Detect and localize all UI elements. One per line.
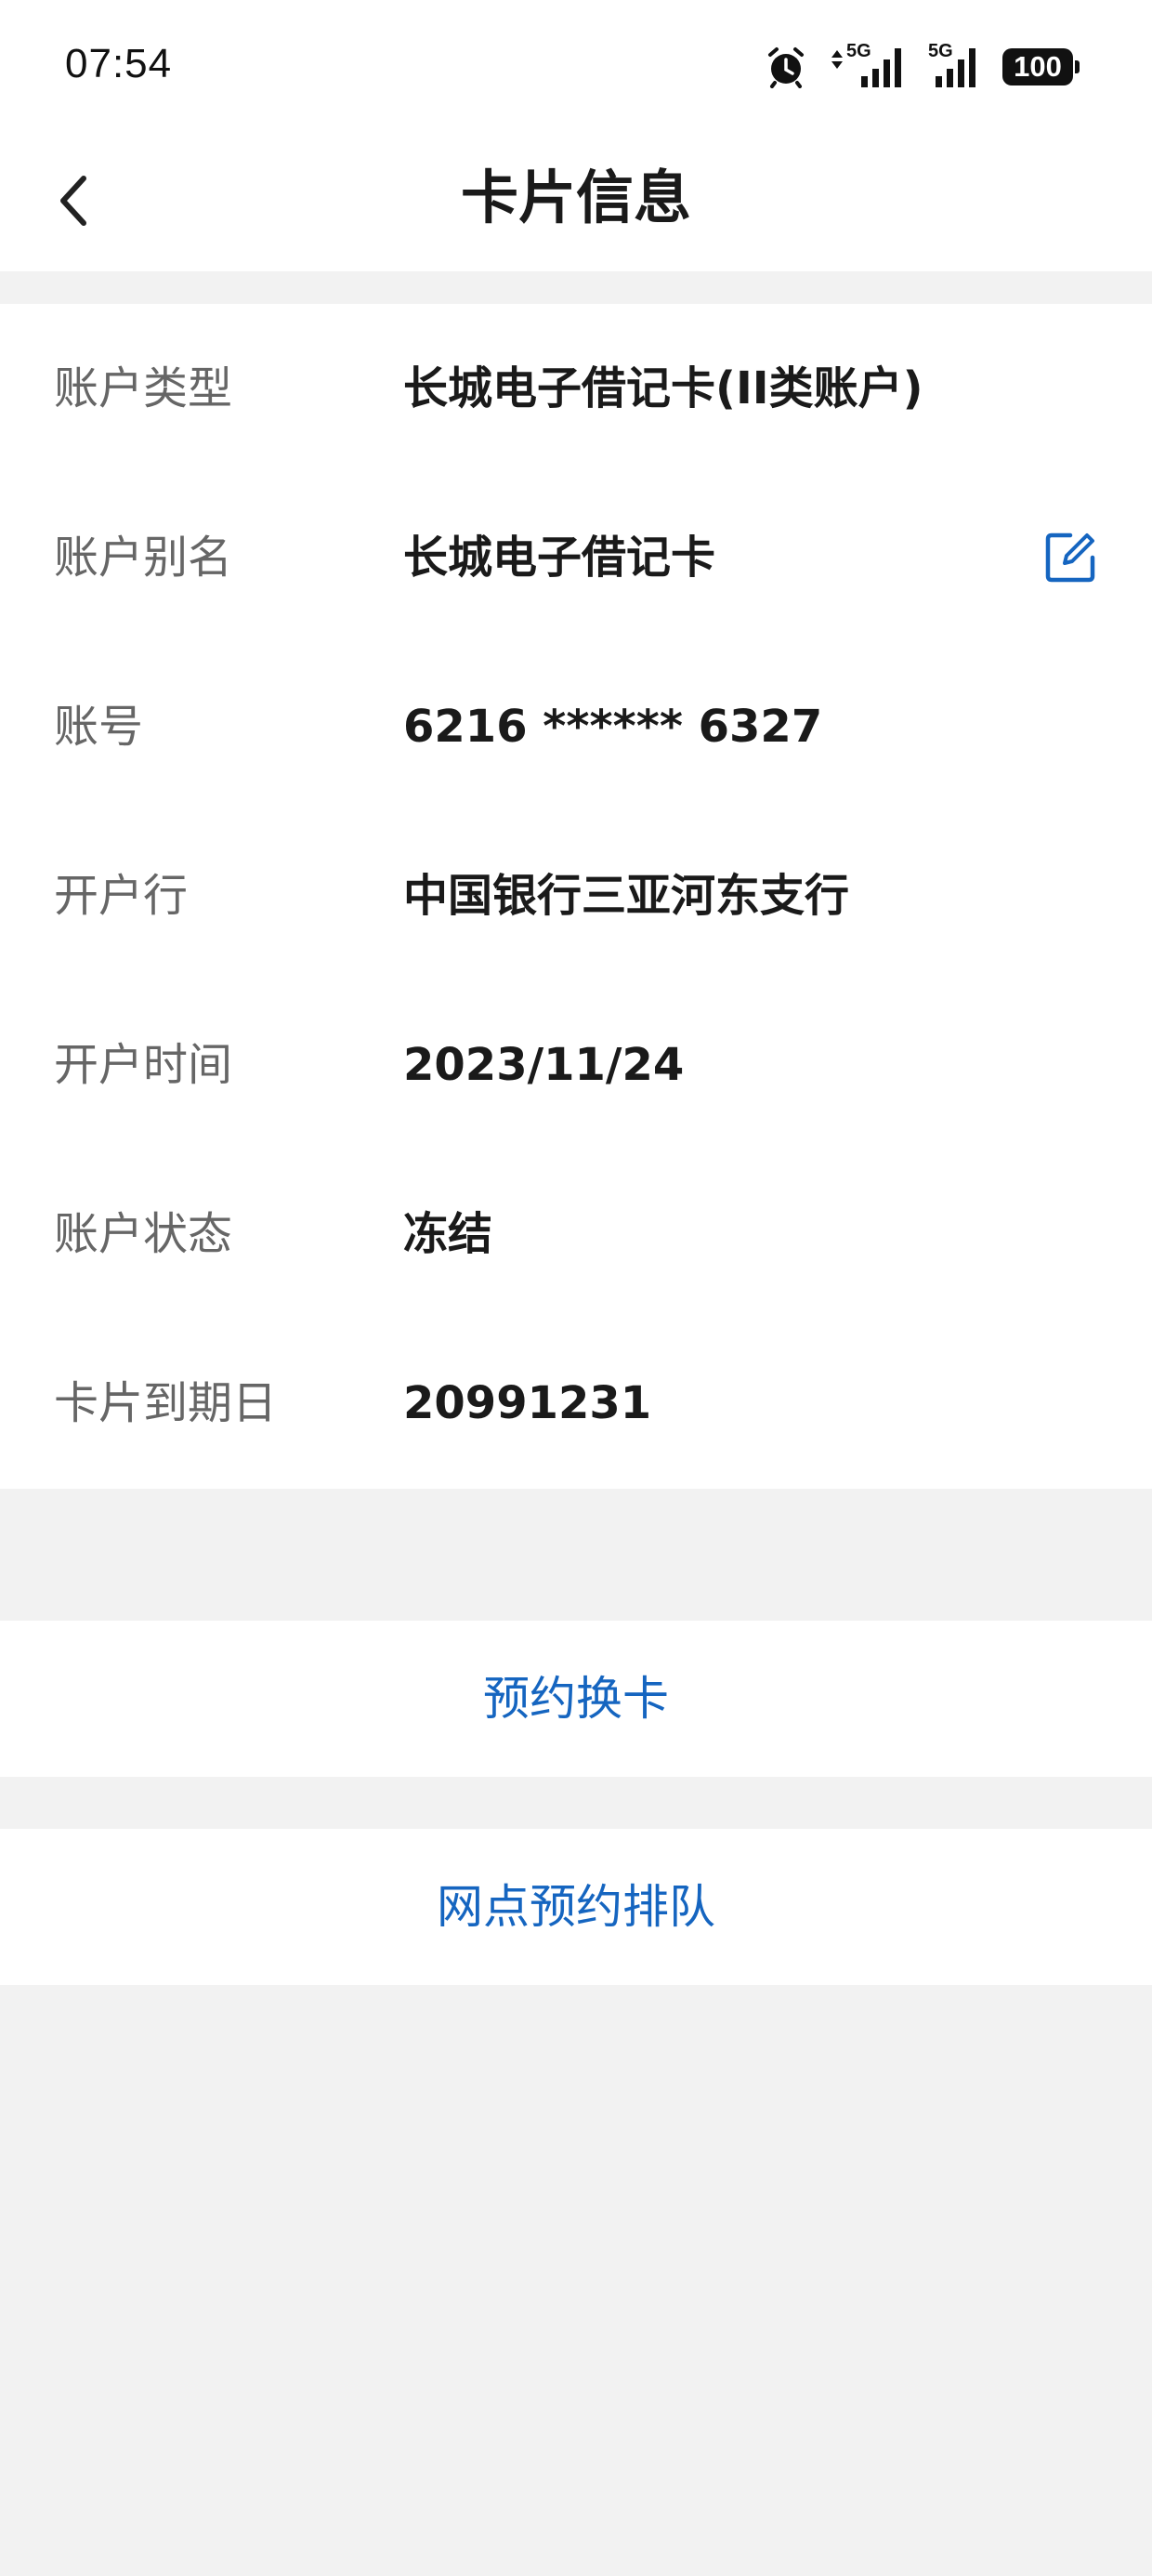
battery-icon: 100 bbox=[1002, 48, 1080, 85]
status-time: 07:54 bbox=[65, 41, 173, 86]
network-type-2: 5G bbox=[928, 41, 953, 61]
account-status-label: 账户状态 bbox=[54, 1208, 233, 1260]
account-number-label: 账号 bbox=[54, 701, 144, 753]
replace-card-button[interactable]: 预约换卡 bbox=[0, 1621, 1152, 1777]
battery-tip bbox=[1075, 60, 1080, 73]
row-account-status: 账户状态 冻结 bbox=[0, 1150, 1152, 1319]
opening-branch-label: 开户行 bbox=[54, 870, 189, 922]
account-type-label: 账户类型 bbox=[54, 362, 233, 414]
signal-icon: 5G bbox=[928, 41, 980, 89]
expiry-date-value: 20991231 bbox=[403, 1377, 652, 1429]
account-type-value: 长城电子借记卡(II类账户) bbox=[403, 362, 923, 414]
branch-queue-button[interactable]: 网点预约排队 bbox=[0, 1829, 1152, 1985]
account-alias-value: 长城电子借记卡 bbox=[403, 532, 716, 584]
opening-date-label: 开户时间 bbox=[54, 1039, 233, 1091]
row-account-type: 账户类型 长城电子借记卡(II类账户) bbox=[0, 304, 1152, 473]
account-number-value: 6216 ****** 6327 bbox=[403, 701, 823, 753]
edit-alias-button[interactable] bbox=[1042, 530, 1098, 585]
edit-icon bbox=[1045, 532, 1095, 583]
row-account-number: 账号 6216 ****** 6327 bbox=[0, 642, 1152, 811]
row-expiry-date: 卡片到期日 20991231 bbox=[0, 1319, 1152, 1488]
status-icons: 5G 5G 100 bbox=[742, 41, 1080, 91]
opening-date-value: 2023/11/24 bbox=[403, 1039, 685, 1091]
opening-branch-value: 中国银行三亚河东支行 bbox=[403, 870, 850, 922]
alarm-icon bbox=[765, 46, 807, 88]
card-info-screen: 07:54 5G 5G 100 卡片信息 账户类型 长城电子借记卡(II类账户)… bbox=[0, 0, 1152, 2576]
account-status-value: 冻结 bbox=[403, 1208, 493, 1260]
expiry-date-label: 卡片到期日 bbox=[54, 1377, 278, 1429]
status-bar: 07:54 5G 5G 100 bbox=[0, 0, 1152, 138]
battery-level: 100 bbox=[1002, 48, 1073, 85]
row-opening-date: 开户时间 2023/11/24 bbox=[0, 980, 1152, 1150]
page-title: 卡片信息 bbox=[460, 164, 691, 231]
card-info-list: 账户类型 长城电子借记卡(II类账户) 账户别名 长城电子借记卡 账号 6216… bbox=[0, 304, 1152, 1489]
row-account-alias: 账户别名 长城电子借记卡 bbox=[0, 473, 1152, 642]
nav-bar: 卡片信息 bbox=[0, 138, 1152, 271]
signal-icon: 5G bbox=[846, 41, 906, 89]
network-type-1: 5G bbox=[846, 41, 871, 61]
data-arrows-icon bbox=[830, 48, 844, 85]
account-alias-label: 账户别名 bbox=[54, 532, 233, 584]
row-opening-branch: 开户行 中国银行三亚河东支行 bbox=[0, 811, 1152, 980]
